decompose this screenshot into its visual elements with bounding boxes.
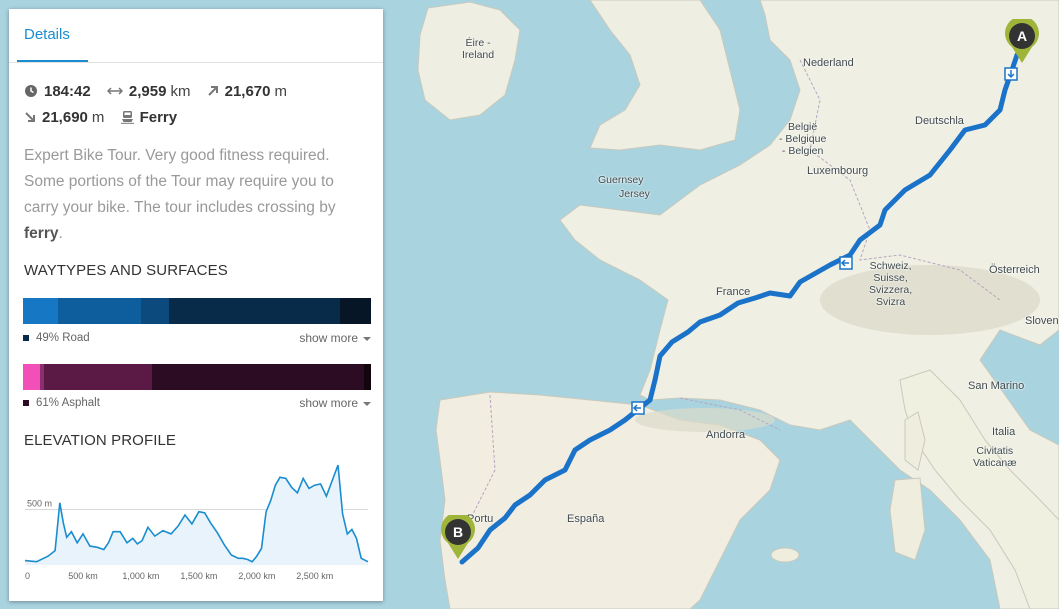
description-text: Expert Bike Tour. Very good fitness requ… bbox=[24, 147, 336, 216]
balearic-islands bbox=[770, 547, 800, 563]
pyrenees-relief bbox=[635, 408, 775, 432]
map-label-italia: Italia bbox=[992, 426, 1016, 438]
distance-value: 2,959 bbox=[128, 82, 167, 100]
waytype-2-segment[interactable] bbox=[57, 298, 142, 324]
waytype-4-segment[interactable] bbox=[169, 298, 340, 324]
waytype-3-segment[interactable] bbox=[141, 298, 170, 324]
downhill-arrow-icon bbox=[25, 112, 35, 122]
uphill-arrow-icon bbox=[207, 86, 218, 96]
elevation-title: ELEVATION PROFILE bbox=[24, 432, 177, 449]
surface-3-segment[interactable] bbox=[43, 364, 152, 390]
elevation-x-tick-label: 0 bbox=[25, 571, 30, 581]
waytype-1-segment[interactable] bbox=[23, 298, 58, 324]
duration-value: 184:42 bbox=[44, 82, 91, 100]
tour-description: Expert Bike Tour. Very good fitness requ… bbox=[24, 143, 369, 247]
stat-distance: 2,959 km bbox=[106, 78, 191, 104]
surface-1-segment[interactable] bbox=[23, 364, 41, 390]
waytype-bar[interactable] bbox=[23, 298, 371, 324]
elevation-x-tick-label: 1,000 km bbox=[122, 571, 159, 581]
tab-details[interactable]: Details bbox=[24, 26, 70, 43]
ferry-icon bbox=[120, 111, 134, 124]
map-label-france: France bbox=[716, 286, 751, 298]
marker-end-label: B bbox=[453, 524, 463, 540]
map-label-san-marino: San Marino bbox=[968, 380, 1025, 392]
stat-duration: 184:42 bbox=[24, 78, 91, 104]
map-label-andorra: Andorra bbox=[706, 429, 746, 441]
stat-ferry: Ferry bbox=[120, 104, 178, 130]
uphill-unit: m bbox=[274, 82, 288, 100]
map-label-belgie: België - Belgique - Belgien bbox=[779, 121, 827, 157]
description-bold: ferry bbox=[24, 225, 59, 242]
distance-unit: km bbox=[170, 82, 191, 100]
ferry-value: Ferry bbox=[139, 108, 178, 126]
map-label-deutschland: Deutschla bbox=[915, 115, 964, 127]
distance-arrows-icon bbox=[106, 87, 123, 95]
waytype-legend-swatch bbox=[23, 335, 29, 341]
map-label-nederland: Nederland bbox=[803, 57, 854, 69]
stat-uphill: 21,670 m bbox=[207, 78, 287, 104]
downhill-value: 21,690 bbox=[42, 108, 88, 126]
surface-legend: 61% Asphalt bbox=[23, 397, 100, 409]
elevation-x-tick-label: 2,000 km bbox=[238, 571, 275, 581]
tab-details-underline bbox=[17, 60, 88, 62]
map-label-schweiz: Schweiz, Suisse, Svizzera, Svizra bbox=[869, 260, 913, 308]
map-label-jersey: Jersey bbox=[619, 188, 650, 200]
surface-show-more-button[interactable]: show more bbox=[299, 396, 371, 410]
uphill-value: 21,670 bbox=[224, 82, 271, 100]
elevation-chart[interactable]: 500 m 0 500 km 1,000 km 1,500 km 2,000 km 2,5… bbox=[23, 449, 371, 581]
elevation-y-tick-label: 500 m bbox=[27, 499, 52, 509]
waytypes-title: WAYTYPES AND SURFACES bbox=[24, 262, 228, 279]
surface-legend-swatch bbox=[23, 400, 29, 406]
map-label-osterreich: Österreich bbox=[989, 264, 1040, 276]
tab-bar: Details bbox=[9, 9, 383, 63]
downhill-unit: m bbox=[91, 108, 105, 126]
map-label-slovenija: Sloven bbox=[1025, 315, 1059, 327]
marker-start[interactable]: A bbox=[1003, 19, 1041, 65]
waytype-show-more-button[interactable]: show more bbox=[299, 331, 371, 345]
clock-icon bbox=[25, 85, 37, 97]
details-panel: Details 184:42 2,959 km 21,670 m 21,690 m F… bbox=[9, 9, 383, 601]
description-end: . bbox=[58, 225, 63, 242]
waytype-5-segment[interactable] bbox=[339, 298, 371, 324]
stat-downhill: 21,690 m bbox=[24, 104, 104, 130]
tour-stats: 184:42 2,959 km 21,670 m 21,690 m Ferry bbox=[24, 78, 374, 130]
surface-bar[interactable] bbox=[23, 364, 371, 390]
elevation-x-tick-label: 2,500 km bbox=[296, 571, 333, 581]
waytype-legend-label: 49% Road bbox=[36, 332, 90, 344]
marker-end[interactable]: B bbox=[439, 515, 477, 561]
elevation-x-tick-label: 1,500 km bbox=[180, 571, 217, 581]
elevation-x-tick-label: 500 km bbox=[68, 571, 98, 581]
map-label-luxembourg: Luxembourg bbox=[807, 165, 869, 177]
map-label-ireland: Éire - Ireland bbox=[462, 37, 495, 61]
surface-5-segment[interactable] bbox=[364, 364, 371, 390]
surface-4-segment[interactable] bbox=[151, 364, 364, 390]
map-label-espana: España bbox=[567, 513, 605, 525]
map-label-guernsey: Guernsey bbox=[598, 174, 644, 186]
waytype-legend: 49% Road bbox=[23, 332, 90, 344]
marker-start-label: A bbox=[1017, 28, 1027, 44]
map-label-vatican: Civitatis Vaticanæ bbox=[973, 445, 1017, 469]
surface-legend-label: 61% Asphalt bbox=[36, 397, 100, 409]
